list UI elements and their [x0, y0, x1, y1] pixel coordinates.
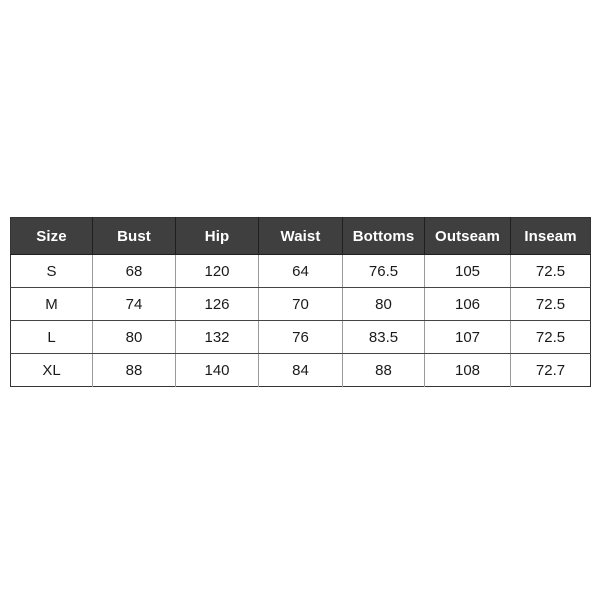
cell-bust: 80: [92, 320, 176, 354]
column-header-bust: Bust: [92, 217, 176, 255]
cell-bust: 68: [92, 254, 176, 288]
cell-inseam: 72.5: [510, 320, 591, 354]
cell-waist: 84: [258, 353, 343, 387]
cell-inseam: 72.5: [510, 287, 591, 321]
cell-outseam: 105: [424, 254, 511, 288]
column-header-hip: Hip: [175, 217, 259, 255]
cell-bottoms: 88: [342, 353, 425, 387]
cell-size: M: [10, 287, 93, 321]
table-header-row: Size Bust Hip Waist Bottoms Outseam Inse…: [10, 217, 591, 255]
cell-bottoms: 76.5: [342, 254, 425, 288]
column-header-inseam: Inseam: [510, 217, 591, 255]
table-row: S 68 120 64 76.5 105 72.5: [10, 254, 591, 288]
cell-hip: 126: [175, 287, 259, 321]
cell-hip: 140: [175, 353, 259, 387]
cell-size: L: [10, 320, 93, 354]
cell-outseam: 106: [424, 287, 511, 321]
cell-bottoms: 83.5: [342, 320, 425, 354]
cell-bottoms: 80: [342, 287, 425, 321]
cell-inseam: 72.7: [510, 353, 591, 387]
table-row: M 74 126 70 80 106 72.5: [10, 287, 591, 321]
cell-size: XL: [10, 353, 93, 387]
cell-hip: 120: [175, 254, 259, 288]
page-root: Size Bust Hip Waist Bottoms Outseam Inse…: [0, 0, 600, 600]
table-header: Size Bust Hip Waist Bottoms Outseam Inse…: [10, 217, 591, 255]
size-chart-container: Size Bust Hip Waist Bottoms Outseam Inse…: [10, 217, 591, 387]
cell-outseam: 108: [424, 353, 511, 387]
table-row: L 80 132 76 83.5 107 72.5: [10, 320, 591, 354]
cell-hip: 132: [175, 320, 259, 354]
column-header-waist: Waist: [258, 217, 343, 255]
cell-waist: 76: [258, 320, 343, 354]
cell-waist: 64: [258, 254, 343, 288]
cell-inseam: 72.5: [510, 254, 591, 288]
table-body: S 68 120 64 76.5 105 72.5 M 74 126 70 80…: [10, 254, 591, 387]
cell-outseam: 107: [424, 320, 511, 354]
column-header-outseam: Outseam: [424, 217, 511, 255]
cell-bust: 88: [92, 353, 176, 387]
cell-bust: 74: [92, 287, 176, 321]
size-chart-table: Size Bust Hip Waist Bottoms Outseam Inse…: [10, 217, 591, 387]
column-header-bottoms: Bottoms: [342, 217, 425, 255]
cell-waist: 70: [258, 287, 343, 321]
cell-size: S: [10, 254, 93, 288]
table-row: XL 88 140 84 88 108 72.7: [10, 353, 591, 387]
column-header-size: Size: [10, 217, 93, 255]
